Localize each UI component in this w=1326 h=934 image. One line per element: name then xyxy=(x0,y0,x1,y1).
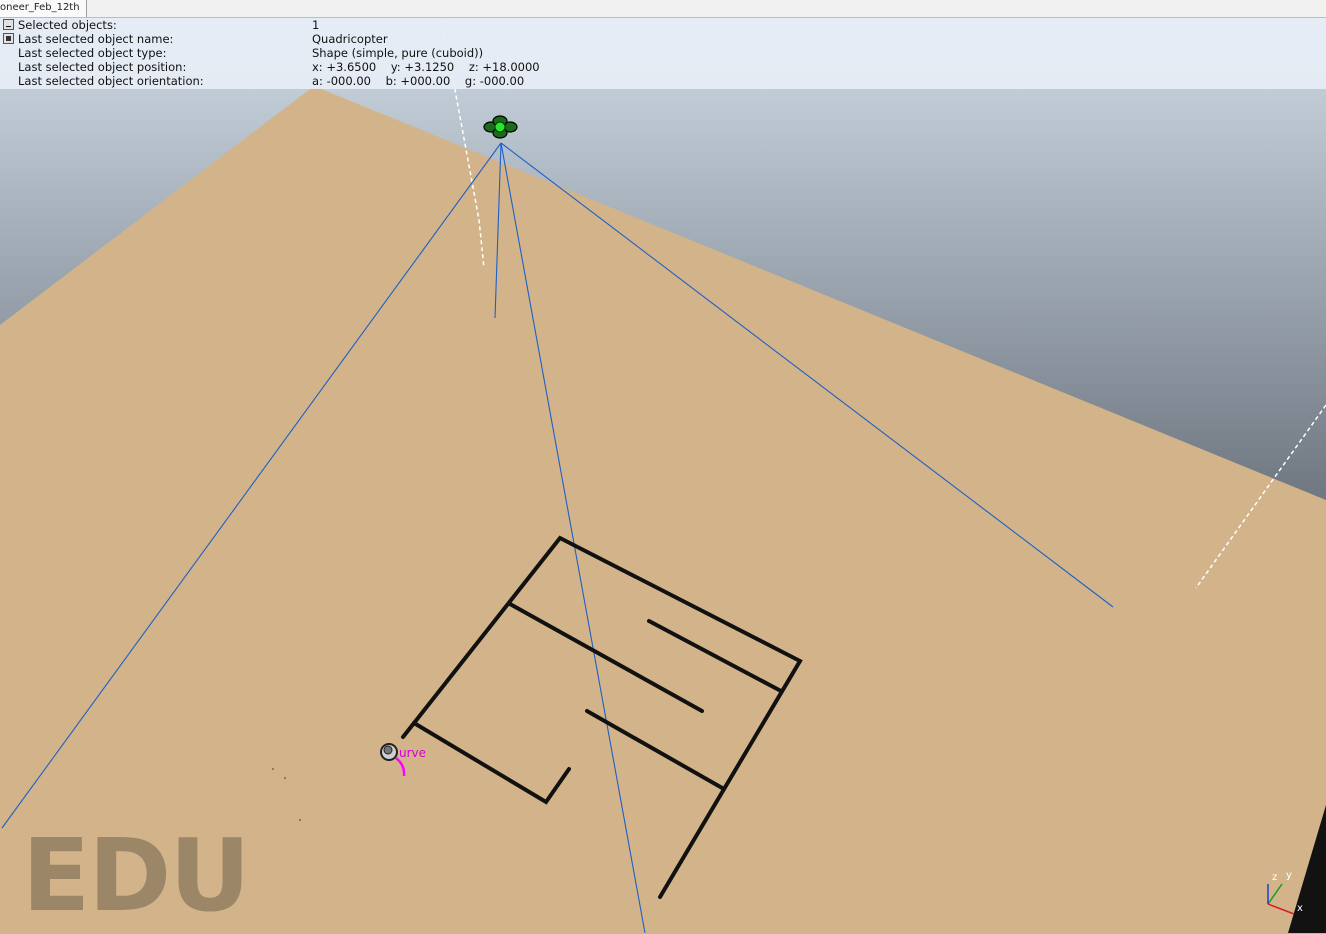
tab-bar: oneer_Feb_12th xyxy=(0,0,1326,18)
info-label: Last selected object position: xyxy=(18,60,187,74)
axis-z-label: z xyxy=(1272,872,1277,883)
info-row-object-position: Last selected object position: x: +3.650… xyxy=(0,60,620,74)
selection-info-panel: Selected objects: 1 Last selected object… xyxy=(0,18,1326,89)
info-row-object-type: Last selected object type: Shape (simple… xyxy=(0,46,620,60)
info-row-selected-objects: Selected objects: 1 xyxy=(0,18,620,32)
info-row-object-orientation: Last selected object orientation: a: -00… xyxy=(0,74,620,88)
quadcopter-body xyxy=(494,121,506,133)
info-value: a: -000.00 b: +000.00 g: -000.00 xyxy=(312,74,525,88)
axis-x-label: x xyxy=(1297,903,1303,914)
ground-robot[interactable] xyxy=(380,743,398,761)
info-value: Shape (simple, pure (cuboid)) xyxy=(312,46,484,60)
scene-tab[interactable]: oneer_Feb_12th xyxy=(0,0,87,17)
info-value: Quadricopter xyxy=(312,32,388,46)
info-value: 1 xyxy=(312,18,320,32)
info-label: Last selected object name: xyxy=(18,32,174,46)
collapse-toggle-icon[interactable] xyxy=(3,19,14,30)
axis-y-label: y xyxy=(1286,870,1292,881)
info-label: Last selected object orientation: xyxy=(18,74,204,88)
curve-label: urve xyxy=(399,746,426,760)
info-label: Selected objects: xyxy=(18,18,117,32)
edu-watermark: EDU xyxy=(22,817,251,934)
floor-dot xyxy=(284,777,286,779)
info-row-object-name: Last selected object name: Quadricopter xyxy=(0,32,620,46)
expand-toggle-icon[interactable] xyxy=(3,33,14,44)
scene-viewport[interactable]: urve x y z xyxy=(0,0,1326,933)
floor-dot xyxy=(299,819,301,821)
info-value: x: +3.6500 y: +3.1250 z: +18.0000 xyxy=(312,60,540,74)
floor-dot xyxy=(272,768,274,770)
info-label: Last selected object type: xyxy=(18,46,167,60)
robot-top xyxy=(383,745,393,755)
